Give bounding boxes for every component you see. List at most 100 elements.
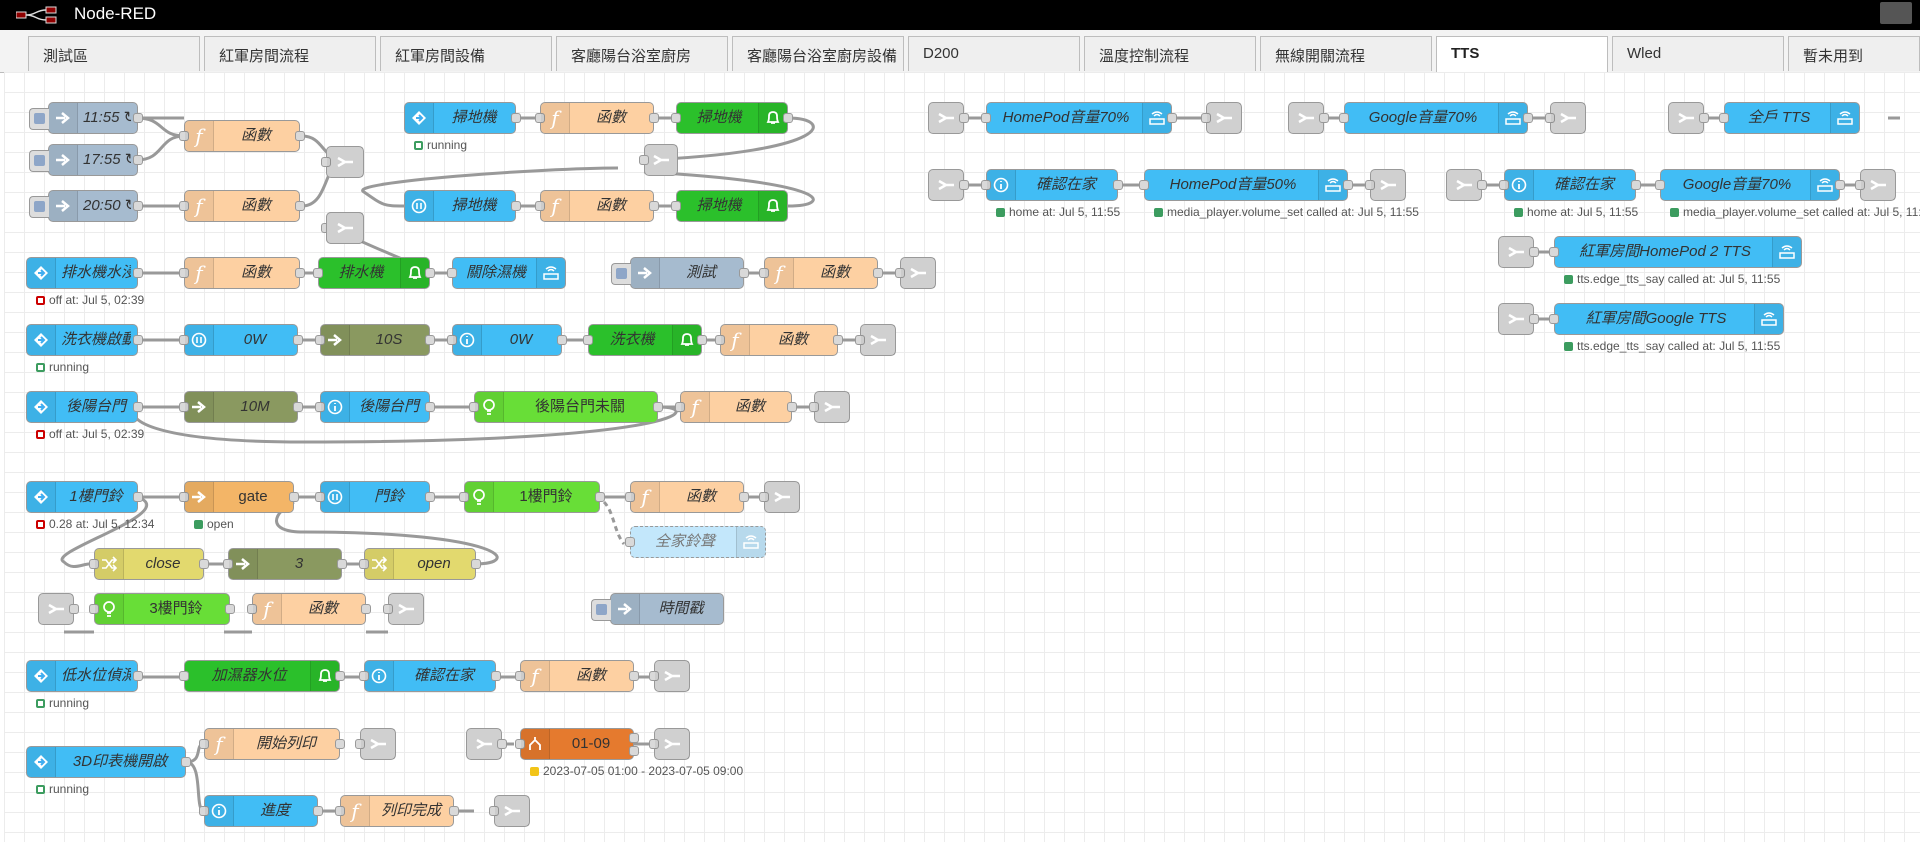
- output-port[interactable]: [471, 559, 481, 569]
- delay-3-node[interactable]: 3: [223, 548, 347, 580]
- output-port[interactable]: [449, 806, 459, 816]
- output-port[interactable]: [783, 113, 793, 123]
- change-close-node[interactable]: close: [89, 548, 209, 580]
- output-port[interactable]: [1529, 247, 1539, 257]
- input-port[interactable]: [981, 113, 991, 123]
- link-out-node[interactable]: [1545, 102, 1586, 134]
- doorbell1-notify-node[interactable]: 1樓門鈴: [459, 481, 605, 513]
- inject-button[interactable]: [611, 263, 631, 285]
- red-room-homepod-tts-node[interactable]: 紅軍房間HomePod 2 TTS: [1549, 236, 1802, 268]
- output-port[interactable]: [649, 201, 659, 211]
- input-port[interactable]: [639, 155, 649, 165]
- tab-temperature-flow[interactable]: 溫度控制流程: [1084, 36, 1256, 71]
- output-port[interactable]: [491, 671, 501, 681]
- washer-event-node[interactable]: 洗衣機啟動: [26, 324, 143, 356]
- drain-notify-node[interactable]: 排水機: [313, 257, 435, 289]
- input-port[interactable]: [313, 268, 323, 278]
- function-node[interactable]: f 函數: [759, 257, 883, 289]
- output-port[interactable]: [649, 113, 659, 123]
- function-node[interactable]: f 函數: [247, 593, 371, 625]
- input-port[interactable]: [671, 113, 681, 123]
- google-volume-70-node[interactable]: Google音量70%: [1339, 102, 1533, 134]
- red-room-google-tts-node[interactable]: 紅軍房間Google TTS: [1549, 303, 1784, 335]
- link-in-node[interactable]: [1446, 169, 1487, 201]
- tab-unused[interactable]: 暫未用到: [1788, 36, 1920, 71]
- output-port[interactable]: [1699, 113, 1709, 123]
- output-port[interactable]: [133, 113, 143, 123]
- link-out-node[interactable]: [895, 257, 936, 289]
- link-in-node[interactable]: [1498, 303, 1539, 335]
- output-port[interactable]: [629, 733, 639, 743]
- output-port[interactable]: [787, 402, 797, 412]
- dehumidifier-service-node[interactable]: 關除濕機: [447, 257, 566, 289]
- link-out-node[interactable]: [649, 660, 690, 692]
- output-port[interactable]: [225, 604, 235, 614]
- tab-red-room-flow[interactable]: 紅軍房間流程: [204, 36, 376, 71]
- link-in-node[interactable]: [928, 169, 969, 201]
- output-port[interactable]: [295, 131, 305, 141]
- link-in-node[interactable]: [38, 593, 79, 625]
- output-port[interactable]: [295, 201, 305, 211]
- output-port[interactable]: [1167, 113, 1177, 123]
- test-inject-node[interactable]: 測試: [611, 257, 749, 289]
- input-port[interactable]: [671, 201, 681, 211]
- back-door-open-notify-node[interactable]: 後陽台門未關: [469, 391, 663, 423]
- all-home-chime-node[interactable]: 全家鈴聲: [625, 526, 766, 558]
- function-node[interactable]: f 函數: [179, 190, 305, 222]
- link-out-node[interactable]: [809, 391, 850, 423]
- output-port[interactable]: [425, 335, 435, 345]
- inject-1755[interactable]: 17:55 ↻: [29, 144, 143, 176]
- output-port[interactable]: [293, 335, 303, 345]
- output-port[interactable]: [629, 671, 639, 681]
- washer-power-state-node[interactable]: 0W: [179, 324, 303, 356]
- link-in-node[interactable]: [1668, 102, 1709, 134]
- output-port[interactable]: [1835, 180, 1845, 190]
- link-out-node[interactable]: [489, 795, 530, 827]
- output-port[interactable]: [337, 559, 347, 569]
- tab-test-area[interactable]: 測試區: [28, 36, 200, 71]
- input-port[interactable]: [1339, 113, 1349, 123]
- home-check-node[interactable]: 確認在家: [359, 660, 501, 692]
- input-port[interactable]: [1549, 314, 1559, 324]
- print-progress-node[interactable]: 進度: [199, 795, 323, 827]
- function-node[interactable]: f 函數: [179, 120, 305, 152]
- washer-current-state-node[interactable]: 0W: [447, 324, 567, 356]
- menu-button[interactable]: [1880, 2, 1912, 24]
- time-range-node[interactable]: 01-09: [515, 728, 639, 760]
- homepod-volume-70-node[interactable]: HomePod音量70%: [981, 102, 1177, 134]
- function-node[interactable]: f 函數: [675, 391, 797, 423]
- function-node[interactable]: f 函數: [179, 257, 305, 289]
- link-in-node[interactable]: [466, 728, 507, 760]
- output-port[interactable]: [133, 335, 143, 345]
- all-home-tts-node[interactable]: 全戶 TTS: [1719, 102, 1860, 134]
- output-port[interactable]: [873, 268, 883, 278]
- output-port[interactable]: [739, 268, 749, 278]
- link-in-node[interactable]: [1498, 236, 1539, 268]
- link-out-node[interactable]: [355, 728, 396, 760]
- google-volume-70-node[interactable]: Google音量70%: [1655, 169, 1845, 201]
- output-port[interactable]: [425, 268, 435, 278]
- link-in-node[interactable]: [928, 102, 969, 134]
- link-in-node[interactable]: [1288, 102, 1329, 134]
- input-port[interactable]: [1139, 180, 1149, 190]
- output-port[interactable]: [629, 746, 639, 756]
- inject-button[interactable]: [29, 196, 49, 218]
- link-out-node[interactable]: [321, 146, 364, 178]
- function-node[interactable]: f 函數: [535, 190, 659, 222]
- output-port[interactable]: [1343, 180, 1353, 190]
- inject-1155[interactable]: 11:55 ↻: [29, 102, 143, 134]
- change-open-node[interactable]: open: [359, 548, 481, 580]
- output-port[interactable]: [739, 492, 749, 502]
- sweeper-state-node[interactable]: 掃地機: [404, 190, 521, 222]
- output-port[interactable]: [133, 201, 143, 211]
- washer-notify-node[interactable]: 洗衣機: [583, 324, 707, 356]
- sweeper-event-node[interactable]: 掃地機: [404, 102, 521, 134]
- sweeper-notify-node[interactable]: 掃地機: [671, 190, 788, 222]
- input-port[interactable]: [583, 335, 593, 345]
- doorbell-state-node[interactable]: 門鈴: [315, 481, 435, 513]
- output-port[interactable]: [133, 492, 143, 502]
- function-node[interactable]: f 函數: [715, 324, 843, 356]
- print-start-function-node[interactable]: f 開始列印: [199, 728, 345, 760]
- tab-living-kitchen-devices[interactable]: 客廳陽台浴室廚房設備: [732, 36, 904, 71]
- input-port[interactable]: [447, 268, 457, 278]
